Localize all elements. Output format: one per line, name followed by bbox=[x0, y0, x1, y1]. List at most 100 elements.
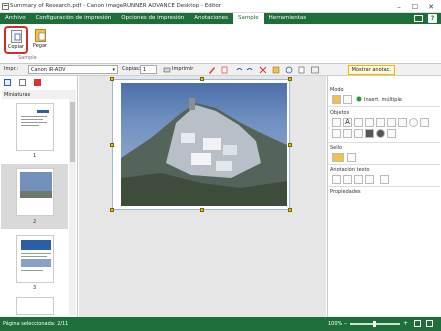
document-canvas[interactable] bbox=[79, 76, 326, 317]
copies-label: Copias: bbox=[122, 66, 141, 72]
underline-icon[interactable] bbox=[332, 175, 341, 184]
stamp-icon[interactable] bbox=[332, 153, 344, 162]
paste-label: Pegar bbox=[32, 43, 48, 49]
properties-label: Propiedades bbox=[330, 189, 361, 195]
tab-print-options[interactable]: Opciones de impresión bbox=[116, 13, 189, 24]
thumbnail-scrollbar[interactable] bbox=[69, 90, 76, 315]
close-icon[interactable]: ✕ bbox=[423, 1, 439, 12]
redo-icon[interactable] bbox=[246, 66, 254, 74]
layout-icon[interactable] bbox=[311, 66, 319, 74]
delete-icon[interactable] bbox=[259, 66, 267, 74]
copy-button[interactable]: Copiar bbox=[4, 26, 28, 54]
app-icon bbox=[2, 3, 9, 10]
add-page-icon[interactable] bbox=[4, 79, 11, 86]
edit-doc-icon[interactable] bbox=[221, 66, 229, 74]
thumbnail-page-4[interactable] bbox=[16, 297, 54, 315]
textbox-icon[interactable] bbox=[354, 118, 363, 127]
resize-handle[interactable] bbox=[200, 208, 204, 212]
status-bar: Página seleccionada: 2/11 100% – + bbox=[0, 317, 441, 331]
minimize-icon[interactable]: – bbox=[391, 1, 407, 12]
paste-button[interactable]: Pegar bbox=[29, 27, 51, 53]
resize-handle[interactable] bbox=[110, 208, 114, 212]
page-view bbox=[110, 77, 292, 212]
thumbnail-number: 3 bbox=[33, 285, 37, 291]
stamp-label: Sello bbox=[330, 145, 343, 151]
thumbnail-options-icon[interactable] bbox=[19, 79, 26, 86]
fit-width-icon[interactable] bbox=[426, 320, 433, 327]
filled-rectangle-icon[interactable] bbox=[365, 129, 374, 138]
insert-icon[interactable] bbox=[272, 66, 280, 74]
text-note-icon[interactable] bbox=[365, 175, 374, 184]
thumbnail-page-1[interactable] bbox=[16, 103, 54, 151]
insert-multiple-button[interactable]: Insert. múltiple bbox=[364, 97, 402, 103]
cursor-icon[interactable] bbox=[332, 118, 341, 127]
highlighter-icon[interactable] bbox=[343, 129, 352, 138]
tools-panel: Modo Insert. múltiple Objetos A Sello An… bbox=[327, 76, 441, 317]
fit-page-icon[interactable] bbox=[414, 320, 421, 327]
undo-icon[interactable] bbox=[235, 66, 243, 74]
selected-page-status: Página seleccionada: 2/11 bbox=[3, 321, 69, 327]
thumbnails-header: Miniaturas bbox=[2, 90, 76, 99]
tab-file[interactable]: Archivo bbox=[0, 13, 31, 24]
select-mode-icon[interactable] bbox=[332, 95, 341, 104]
zoom-in-icon[interactable]: + bbox=[403, 320, 408, 327]
text-highlight-icon[interactable] bbox=[354, 175, 363, 184]
page-icon[interactable] bbox=[298, 66, 306, 74]
arrow-icon[interactable] bbox=[387, 118, 396, 127]
text-tool-icon[interactable]: A bbox=[343, 118, 352, 127]
tab-annotations[interactable]: Anotaciones bbox=[189, 13, 233, 24]
polygon-icon[interactable] bbox=[420, 118, 429, 127]
zoom-slider[interactable] bbox=[350, 321, 400, 327]
show-annotations-toggle[interactable]: Mostrar anotac. bbox=[347, 65, 395, 75]
page-image[interactable] bbox=[121, 83, 287, 206]
delete-page-icon[interactable] bbox=[34, 79, 41, 86]
line-icon[interactable] bbox=[376, 118, 385, 127]
help-icon[interactable]: ? bbox=[428, 14, 437, 23]
page-3-preview bbox=[21, 240, 51, 271]
rotate-icon[interactable] bbox=[285, 66, 293, 74]
paste-icon bbox=[34, 29, 46, 42]
thumbnail-page-3[interactable] bbox=[16, 235, 54, 283]
text-annotation-label: Anotación texto bbox=[330, 167, 370, 173]
note-icon[interactable] bbox=[365, 118, 374, 127]
ribbon-menu-icon[interactable] bbox=[414, 15, 423, 22]
tab-tools[interactable]: Herramientas bbox=[264, 13, 311, 24]
stamp-line-icon[interactable] bbox=[354, 129, 363, 138]
thumbnail-page-2[interactable] bbox=[16, 168, 54, 216]
objects-label: Objetos bbox=[330, 110, 350, 116]
filled-ellipse-icon[interactable] bbox=[376, 129, 385, 138]
copies-stepper[interactable]: 1 bbox=[140, 65, 157, 74]
text-search-icon[interactable] bbox=[380, 175, 389, 184]
tab-print-settings[interactable]: Configuración de impresión bbox=[31, 13, 117, 24]
title-bar: Summary of Research.pdf - Canon imageRUN… bbox=[0, 0, 441, 13]
printer-label: Impr.: bbox=[4, 66, 19, 72]
print-button[interactable]: Imprimir bbox=[172, 66, 193, 72]
hilltop-town-photo bbox=[121, 98, 287, 206]
resize-handle[interactable] bbox=[288, 143, 292, 147]
thumbnail-number: 2 bbox=[33, 219, 37, 225]
resize-handle[interactable] bbox=[288, 208, 292, 212]
maximize-icon[interactable]: ☐ bbox=[407, 1, 423, 12]
hand-mode-icon[interactable] bbox=[343, 95, 352, 104]
window-title: Summary of Research.pdf - Canon imageRUN… bbox=[10, 3, 221, 9]
thumbnail-number: 1 bbox=[33, 153, 37, 159]
thumbnail-panel: Miniaturas 1 2 3 bbox=[0, 76, 78, 317]
strikethrough-icon[interactable] bbox=[343, 175, 352, 184]
rectangle-icon[interactable] bbox=[398, 118, 407, 127]
resize-handle[interactable] bbox=[110, 143, 114, 147]
zoom-out-icon[interactable]: – bbox=[344, 320, 347, 327]
pen-icon[interactable] bbox=[332, 129, 341, 138]
image-insert-icon[interactable] bbox=[387, 129, 396, 138]
red-pencil-icon[interactable] bbox=[208, 66, 216, 74]
page-1-preview bbox=[21, 110, 49, 126]
printer-select[interactable]: Canon iR-ADV ▾ bbox=[28, 65, 118, 74]
chevron-down-icon: ▾ bbox=[112, 67, 115, 73]
resize-handle[interactable] bbox=[288, 77, 292, 81]
resize-handle[interactable] bbox=[110, 77, 114, 81]
tab-sample[interactable]: Sample bbox=[233, 13, 264, 24]
page-2-preview bbox=[20, 172, 52, 198]
ellipse-icon[interactable] bbox=[409, 118, 418, 127]
mode-label: Modo bbox=[330, 87, 344, 93]
stamp-edit-icon[interactable] bbox=[347, 153, 356, 162]
resize-handle[interactable] bbox=[200, 77, 204, 81]
